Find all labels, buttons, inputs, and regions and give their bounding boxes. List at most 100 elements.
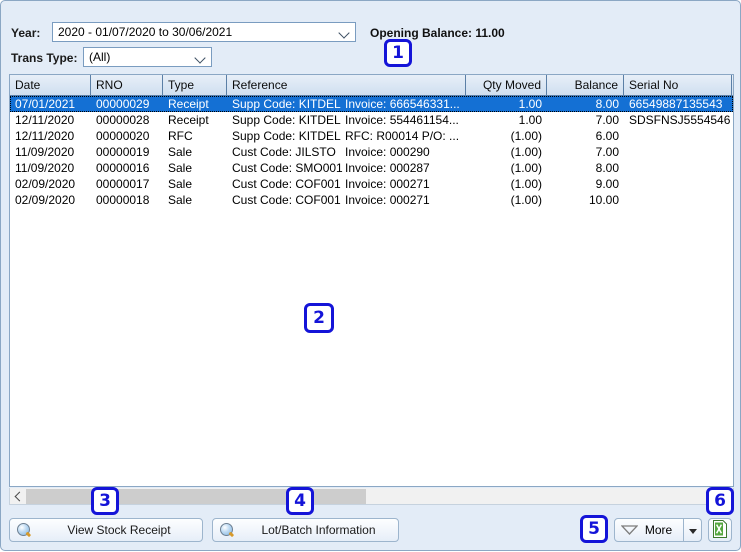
cell-date: 12/11/2020 (10, 128, 91, 144)
lot-batch-information-label: Lot/Batch Information (239, 523, 398, 537)
horizontal-scrollbar-thumb[interactable] (26, 489, 366, 504)
triangle-down-icon (621, 525, 638, 535)
cell-reference-code: Supp Code: KITDEL (232, 113, 345, 127)
cell-qty-moved: (1.00) (466, 128, 547, 144)
cell-type: Sale (163, 160, 227, 176)
cell-balance: 10.00 (547, 192, 624, 208)
column-header-date[interactable]: Date (10, 75, 91, 95)
cell-reference-code: Cust Code: SMO001 (232, 161, 345, 175)
cell-reference-document: RFC: R00014 P/O: ... (345, 129, 459, 143)
annotation-badge-1: 1 (384, 39, 412, 67)
cell-reference: Supp Code: KITDELInvoice: 666546331... (227, 96, 466, 112)
cell-reference-code: Cust Code: JILSTO (232, 145, 345, 159)
cell-balance: 6.00 (547, 128, 624, 144)
cell-rno: 00000017 (91, 176, 163, 192)
cell-balance: 7.00 (547, 144, 624, 160)
cell-reference-code: Supp Code: KITDEL (232, 129, 345, 143)
cell-reference-code: Cust Code: COF001 (232, 193, 345, 207)
cell-date: 12/11/2020 (10, 112, 91, 128)
cell-rno: 00000029 (91, 96, 163, 112)
cell-reference: Cust Code: COF001Invoice: 000271 (227, 176, 466, 192)
cell-qty-moved: 1.00 (466, 96, 547, 112)
cell-reference-document: Invoice: 554461154... (345, 113, 459, 127)
cell-type: Sale (163, 144, 227, 160)
cell-balance: 9.00 (547, 176, 624, 192)
cell-balance: 7.00 (547, 112, 624, 128)
more-button[interactable]: More (614, 518, 684, 542)
cell-serial-no: SDSFNSJ5554546 (624, 112, 732, 128)
cell-serial-no (624, 128, 732, 144)
more-dropdown-arrow-button[interactable] (684, 518, 702, 542)
view-stock-receipt-button[interactable]: View Stock Receipt (9, 518, 203, 542)
cell-date: 11/09/2020 (10, 144, 91, 160)
year-select[interactable]: 2020 - 01/07/2020 to 30/06/2021 (52, 22, 356, 42)
cell-reference-code: Cust Code: COF001 (232, 177, 345, 191)
column-header-rno[interactable]: RNO (91, 75, 163, 95)
annotation-badge-6: 6 (706, 487, 734, 515)
cell-reference: Supp Code: KITDELInvoice: 554461154... (227, 112, 466, 128)
year-label: Year: (11, 26, 40, 40)
cell-balance: 8.00 (547, 96, 624, 112)
transactions-grid[interactable]: Date RNO Type Reference Qty Moved Balanc… (9, 74, 734, 487)
column-header-qty-moved[interactable]: Qty Moved (466, 75, 547, 95)
cell-qty-moved: (1.00) (466, 160, 547, 176)
cell-serial-no (624, 192, 732, 208)
cell-reference-document: Invoice: 666546331... (345, 97, 460, 111)
cell-rno: 00000018 (91, 192, 163, 208)
cell-type: Sale (163, 176, 227, 192)
opening-balance-text: Opening Balance: 11.00 (370, 26, 505, 40)
column-header-reference[interactable]: Reference (227, 75, 466, 95)
cell-reference-document: Invoice: 000271 (345, 177, 430, 191)
cell-date: 02/09/2020 (10, 176, 91, 192)
annotation-badge-3: 3 (91, 487, 119, 515)
cell-serial-no: 66549887135543 (624, 96, 732, 112)
column-header-type[interactable]: Type (163, 75, 227, 95)
table-row[interactable]: 12/11/202000000028ReceiptSupp Code: KITD… (10, 112, 733, 128)
column-header-serial-no[interactable]: Serial No (624, 75, 732, 95)
cell-qty-moved: (1.00) (466, 144, 547, 160)
cell-date: 07/01/2021 (10, 96, 91, 112)
annotation-badge-5: 5 (580, 515, 608, 543)
chevron-down-icon (335, 23, 355, 41)
excel-spreadsheet-icon (712, 520, 728, 541)
cell-serial-no (624, 176, 732, 192)
table-row[interactable]: 02/09/202000000018SaleCust Code: COF001I… (10, 192, 733, 208)
cell-date: 11/09/2020 (10, 160, 91, 176)
cell-reference: Supp Code: KITDELRFC: R00014 P/O: ... (227, 128, 466, 144)
year-select-value: 2020 - 01/07/2020 to 30/06/2021 (53, 25, 335, 39)
scroll-left-arrow-icon[interactable] (10, 489, 26, 504)
cell-balance: 8.00 (547, 160, 624, 176)
stock-transactions-window: Year: 2020 - 01/07/2020 to 30/06/2021 Tr… (0, 0, 741, 551)
grid-header-row: Date RNO Type Reference Qty Moved Balanc… (10, 75, 733, 96)
cell-serial-no (624, 160, 732, 176)
cell-type: Receipt (163, 96, 227, 112)
cell-qty-moved: (1.00) (466, 192, 547, 208)
cell-type: Sale (163, 192, 227, 208)
table-row[interactable]: 11/09/202000000019Sale Cust Code: JILSTOI… (10, 144, 733, 160)
cell-reference-code: Supp Code: KITDEL (232, 97, 345, 111)
table-row[interactable]: 02/09/202000000017SaleCust Code: COF001I… (10, 176, 733, 192)
export-to-excel-button[interactable] (708, 518, 732, 542)
cell-reference-document: Invoice: 000290 (345, 145, 430, 159)
filter-bar: Year: 2020 - 01/07/2020 to 30/06/2021 Tr… (1, 1, 741, 71)
annotation-badge-2: 2 (304, 303, 334, 333)
trans-type-select[interactable]: (All) (83, 47, 212, 67)
table-row[interactable]: 07/01/202100000029ReceiptSupp Code: KITD… (10, 96, 733, 112)
cell-type: RFC (163, 128, 227, 144)
cell-rno: 00000019 (91, 144, 163, 160)
column-header-balance[interactable]: Balance (547, 75, 624, 95)
annotation-badge-4: 4 (286, 487, 314, 515)
cell-type: Receipt (163, 112, 227, 128)
cell-serial-no (624, 144, 732, 160)
lot-batch-information-button[interactable]: Lot/Batch Information (212, 518, 399, 542)
table-row[interactable]: 11/09/202000000016SaleCust Code: SMO001I… (10, 160, 733, 176)
cell-qty-moved: (1.00) (466, 176, 547, 192)
trans-type-label: Trans Type: (11, 51, 77, 65)
grid-body: 07/01/202100000029ReceiptSupp Code: KITD… (10, 96, 733, 208)
cell-reference-document: Invoice: 000287 (345, 161, 430, 175)
magnifier-icon (14, 521, 36, 539)
cell-reference-document: Invoice: 000271 (345, 193, 430, 207)
cell-rno: 00000028 (91, 112, 163, 128)
table-row[interactable]: 12/11/202000000020RFCSupp Code: KITDELRF… (10, 128, 733, 144)
magnifier-icon (217, 521, 239, 539)
